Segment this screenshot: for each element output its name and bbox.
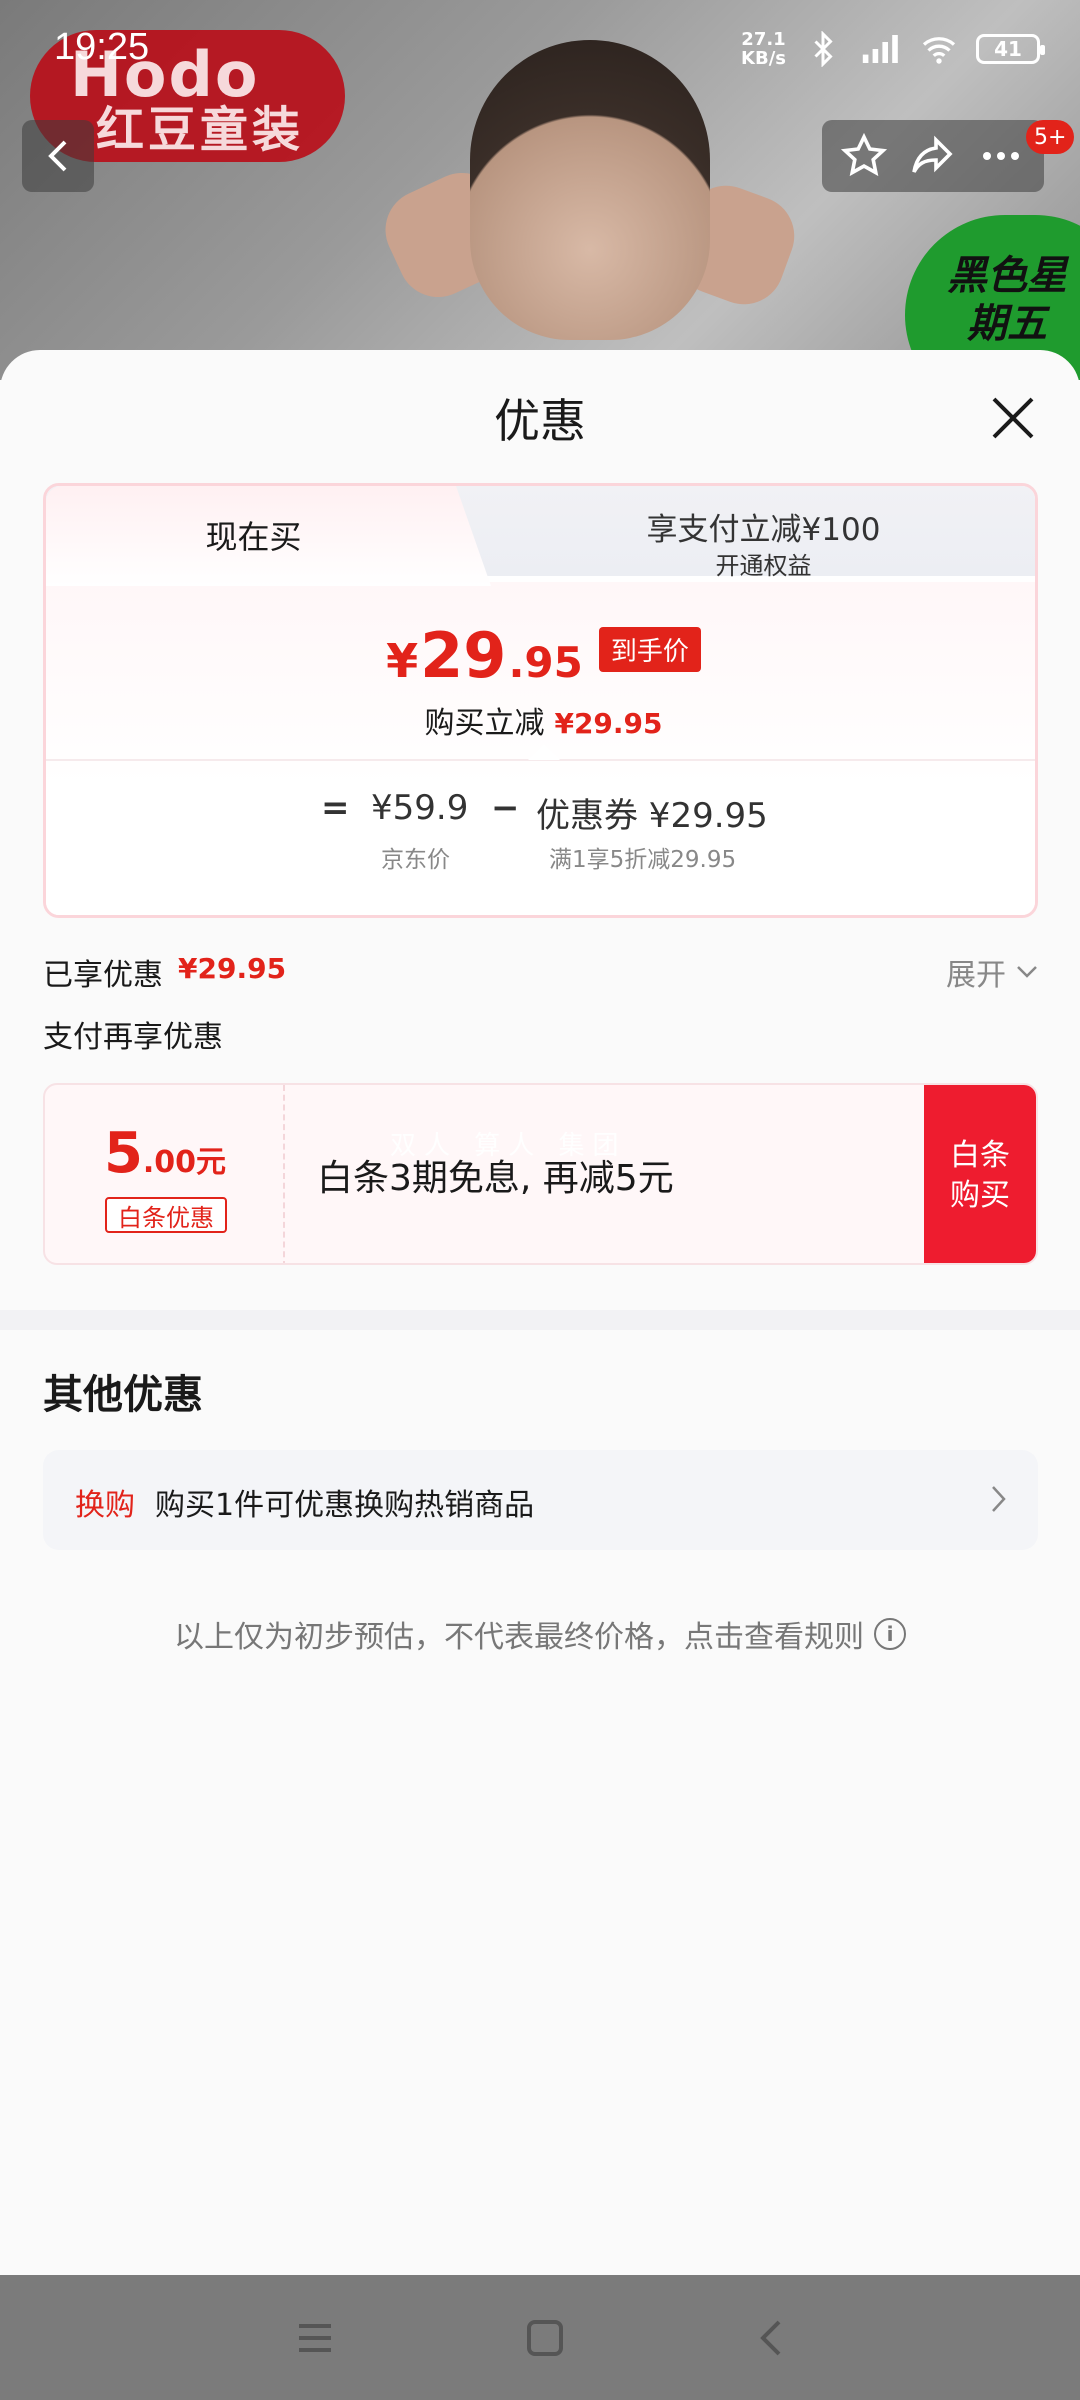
close-button[interactable] — [980, 385, 1046, 451]
close-icon — [992, 397, 1034, 439]
system-nav-bar — [0, 2275, 1080, 2400]
baitiao-amount-integer: 5 — [103, 1121, 143, 1186]
swap-offer-row[interactable]: 换购 购买1件可优惠换购热销商品 — [43, 1450, 1038, 1550]
menu-icon[interactable] — [295, 2320, 335, 2356]
swap-tag: 换购 — [75, 1488, 135, 1523]
baitiao-buy-button[interactable]: 白条购买 — [924, 1085, 1036, 1263]
final-price: ¥ 29 .95 到手价 — [46, 619, 1035, 692]
enjoyed-discount-row: 已享优惠 ¥29.95 展开 — [43, 950, 1038, 1000]
top-action-group — [822, 120, 1044, 192]
back-nav-icon[interactable] — [755, 2318, 785, 2358]
tab-buy-now-label[interactable]: 现在买 — [46, 512, 461, 558]
expand-button[interactable]: 展开 — [946, 950, 1038, 994]
signal-icon — [862, 35, 898, 63]
purchase-discount-label: 购买立减 — [424, 706, 545, 741]
message-badge: 5+ — [1026, 120, 1075, 154]
final-price-tag: 到手价 — [598, 627, 701, 672]
brand-logo-cn: 红豆童装 — [96, 102, 305, 158]
sheet-title: 优惠 — [494, 394, 586, 448]
discount-sheet: 优惠 享支付立减¥100 开通权益 现在买 ¥ 29 .95 到手价 购买立减 ¥… — [0, 350, 1080, 2275]
swap-offer-text: 购买1件可优惠换购热销商品 — [155, 1488, 535, 1523]
formula-equals: = — [321, 788, 350, 828]
enjoyed-discount-label: 已享优惠 — [43, 958, 163, 993]
expand-label: 展开 — [946, 958, 1006, 993]
network-speed: 27.1 KB/s — [741, 30, 786, 68]
baitiao-amount: 5.00元 — [45, 1121, 285, 1186]
jd-price: ¥59.9 — [371, 788, 469, 828]
more-icon[interactable] — [976, 132, 1026, 180]
jd-price-label: 京东价 — [381, 847, 450, 873]
promo-badge-text: 黑色星期五 — [947, 253, 1067, 347]
home-icon[interactable] — [525, 2318, 565, 2358]
formula-minus: − — [491, 788, 520, 828]
price-card: 享支付立减¥100 开通权益 现在买 ¥ 29 .95 到手价 购买立减 ¥29.… — [43, 483, 1038, 918]
disclaimer[interactable]: 以上仅为初步预估，不代表最终价格，点击查看规则 i — [0, 1612, 1080, 1656]
chevron-left-icon — [48, 140, 67, 172]
disclaimer-text: 以上仅为初步预估，不代表最终价格，点击查看规则 — [174, 1620, 864, 1655]
enjoyed-discount-amount: ¥29.95 — [178, 952, 287, 985]
baitiao-offer-card: 5.00元 白条优惠 双人 算人 集团 白条3期免息, 再减5元 白条购买 — [43, 1083, 1038, 1265]
price-formula: = ¥59.9 − 优惠券 ¥29.95 — [46, 788, 1035, 838]
baitiao-tag: 白条优惠 — [105, 1197, 227, 1233]
section-divider — [0, 1310, 1080, 1330]
pointer-triangle — [528, 744, 560, 760]
baitiao-buy-label: 白条购买 — [950, 1138, 1010, 1213]
purchase-discount-amount: ¥29.95 — [554, 707, 663, 740]
tab-pay-discount-subtitle[interactable]: 开通权益 — [486, 546, 1035, 581]
network-speed-value: 27.1 — [741, 29, 786, 50]
pay-extra-discount-label: 支付再享优惠 — [43, 1020, 223, 1055]
status-time: 19:25 — [54, 26, 150, 68]
coupon-value: 优惠券 ¥29.95 — [536, 796, 768, 836]
status-bar: 19:25 27.1 KB/s 41 — [0, 0, 1080, 100]
status-icons: 27.1 KB/s 41 — [741, 30, 1045, 68]
info-icon: i — [874, 1618, 906, 1650]
star-icon[interactable] — [840, 132, 888, 180]
baitiao-amount-block: 5.00元 白条优惠 — [45, 1085, 285, 1263]
baitiao-description: 白条3期免息, 再减5元 — [317, 1158, 674, 1199]
battery-icon: 41 — [976, 34, 1045, 64]
coupon-label: 满1享5折减29.95 — [549, 847, 737, 873]
final-price-integer: 29 — [420, 619, 507, 692]
chevron-right-icon — [992, 1486, 1006, 1512]
tab-pay-discount-title[interactable]: 享支付立减¥100 — [486, 504, 1035, 549]
purchase-discount: 购买立减 ¥29.95 — [46, 698, 1035, 742]
baitiao-amount-decimal: .00元 — [142, 1145, 227, 1180]
final-price-currency: ¥ — [386, 634, 419, 688]
network-speed-unit: KB/s — [741, 48, 786, 69]
bluetooth-icon — [814, 31, 833, 67]
final-price-decimal: .95 — [508, 638, 583, 687]
chevron-down-icon — [1017, 966, 1037, 978]
other-offers-title: 其他优惠 — [43, 1372, 203, 1418]
back-button[interactable] — [22, 120, 94, 192]
wifi-icon — [922, 37, 956, 64]
share-icon[interactable] — [907, 132, 957, 180]
